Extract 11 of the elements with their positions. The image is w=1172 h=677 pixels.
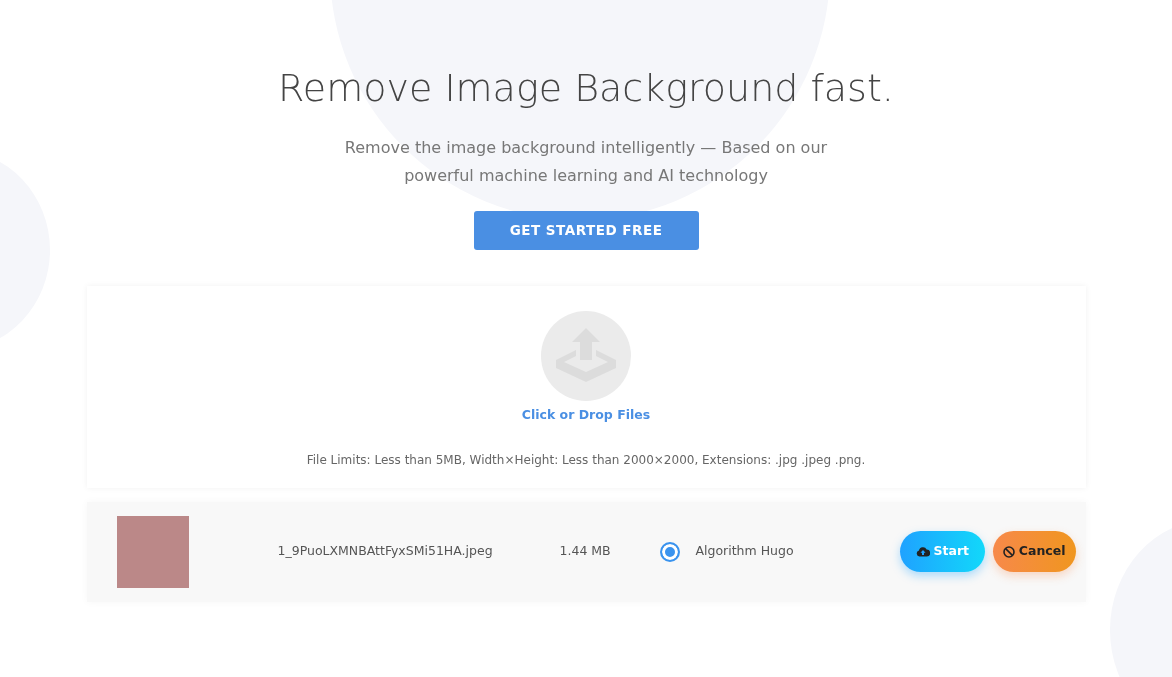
algorithm-label: Algorithm Hugo: [695, 542, 794, 561]
page-title: Remove Image Background fast.: [278, 66, 894, 112]
upload-dropzone[interactable]: Click or Drop Files File Limits: Less than 5MB, Width×Height: Less than 2000×2000, Extensions: .jpg .jpeg .png.: [86, 285, 1086, 488]
file-limits-text: File Limits: Less than 5MB, Width×Height: Less than 2000×2000, Extensions: .jpg .jpeg .png.: [306, 452, 866, 470]
file-name: 1_9PuoLXMNBAttFyxSMi51HA.jpeg: [277, 542, 494, 561]
upload-link[interactable]: Click or Drop Files: [521, 405, 651, 425]
start-button[interactable]: Start: [899, 531, 985, 573]
file-size: 1.44 MB: [559, 542, 612, 561]
get-started-button[interactable]: GET STARTED FREE: [473, 210, 699, 250]
cancel-button[interactable]: Cancel: [992, 531, 1076, 573]
page-subtitle: Remove the image background intelligently — Based on our powerful machine learning and AI technology: [343, 136, 829, 187]
